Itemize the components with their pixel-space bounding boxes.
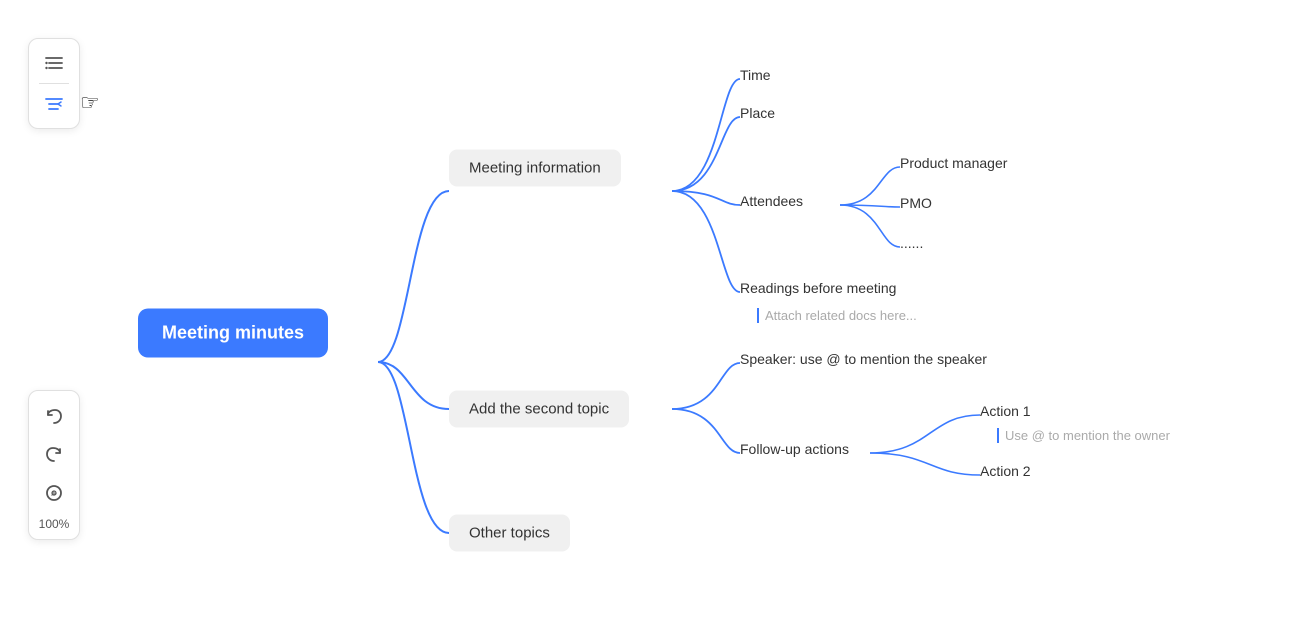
undo-button[interactable]: [36, 399, 72, 435]
cursor-icon: ☞: [80, 90, 100, 116]
toolbar-divider: [39, 83, 69, 84]
collapse-button[interactable]: [36, 86, 72, 122]
branch3-node[interactable]: Other topics: [449, 515, 570, 552]
leaf-product-manager: Product manager: [900, 155, 1007, 171]
leaf-dots: ......: [900, 235, 923, 251]
edit-icon-button[interactable]: [36, 475, 72, 511]
leaf-attach: Attach related docs here...: [757, 308, 917, 323]
leaf-speaker: Speaker: use @ to mention the speaker: [740, 351, 987, 367]
outline-view-button[interactable]: [36, 45, 72, 81]
toolbar-top: [28, 38, 80, 129]
leaf-action2: Action 2: [980, 463, 1031, 479]
root-label: Meeting minutes: [162, 323, 304, 343]
leaf-attendees: Attendees: [740, 193, 803, 209]
branch2-node[interactable]: Add the second topic: [449, 391, 629, 428]
leaf-action1-hint: Use @ to mention the owner: [997, 428, 1170, 443]
branch1-label: Meeting information: [469, 160, 601, 177]
root-node[interactable]: Meeting minutes: [138, 309, 328, 358]
leaf-action1: Action 1: [980, 403, 1031, 419]
leaf-time: Time: [740, 67, 771, 83]
branch2-label: Add the second topic: [469, 401, 609, 418]
toolbar-bottom: 100%: [28, 390, 80, 540]
leaf-readings: Readings before meeting: [740, 280, 896, 296]
leaf-pmo: PMO: [900, 195, 932, 211]
leaf-place: Place: [740, 105, 775, 121]
branch1-node[interactable]: Meeting information: [449, 150, 621, 187]
redo-button[interactable]: [36, 437, 72, 473]
branch3-label: Other topics: [469, 525, 550, 542]
leaf-followup: Follow-up actions: [740, 441, 849, 457]
zoom-label: 100%: [39, 517, 70, 531]
